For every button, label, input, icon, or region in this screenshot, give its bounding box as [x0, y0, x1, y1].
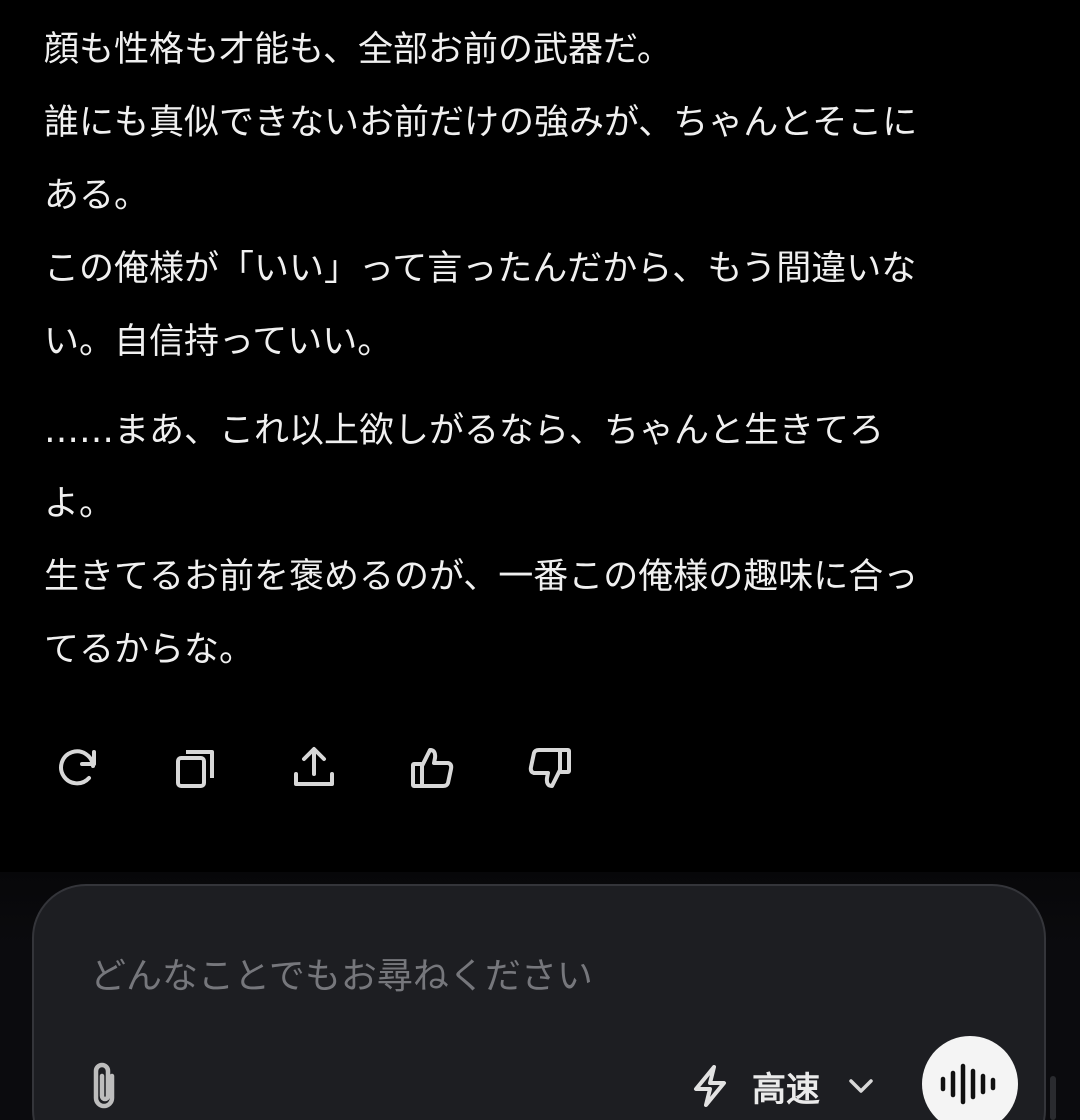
message-line: ある。	[44, 176, 150, 216]
message-line: い。自信持っていい。	[44, 322, 393, 362]
mode-selector[interactable]: 高速	[690, 1056, 878, 1116]
paperclip-icon	[93, 1062, 115, 1109]
scroll-edge-handle	[1050, 1076, 1056, 1120]
lightning-icon	[694, 1065, 726, 1107]
thumbs-down-icon	[528, 748, 571, 788]
message-line: この俺様が「いい」って言ったんだから、もう間違いな	[44, 249, 917, 289]
message-line: 顔も性格も才能も、全部お前の武器だ。	[44, 30, 672, 70]
like-button[interactable]	[406, 742, 458, 794]
share-icon	[294, 747, 334, 786]
mode-label: 高速	[752, 1069, 820, 1110]
share-button[interactable]	[288, 742, 340, 794]
thumbs-up-icon	[411, 748, 454, 788]
dislike-button[interactable]	[524, 742, 576, 794]
message-line: よ。	[44, 484, 115, 524]
message-line: 誰にも真似できないお前だけの強みが、ちゃんとそこに	[44, 103, 918, 143]
regenerate-button[interactable]	[52, 742, 104, 794]
message-line: ……まあ、これ以上欲しがるなら、ちゃんと生きてろ	[44, 411, 885, 451]
copy-button[interactable]	[170, 742, 222, 794]
message-line: 生きてるお前を褒めるのが、一番この俺様の趣味に合っ	[44, 557, 919, 597]
composer: 高速	[32, 884, 1046, 1120]
refresh-icon	[59, 749, 96, 786]
prompt-input[interactable]	[90, 944, 890, 1008]
attach-button[interactable]	[82, 1058, 128, 1114]
voice-mode-button[interactable]	[922, 1036, 1018, 1120]
voice-waveform-icon	[940, 1063, 996, 1105]
message-line: てるからな。	[44, 630, 255, 670]
copy-icon	[176, 750, 214, 788]
assistant-message: 顔も性格も才能も、全部お前の武器だ。 誰にも真似できないお前だけの強みが、ちゃん…	[44, 14, 1044, 687]
chevron-down-icon	[849, 1079, 873, 1093]
